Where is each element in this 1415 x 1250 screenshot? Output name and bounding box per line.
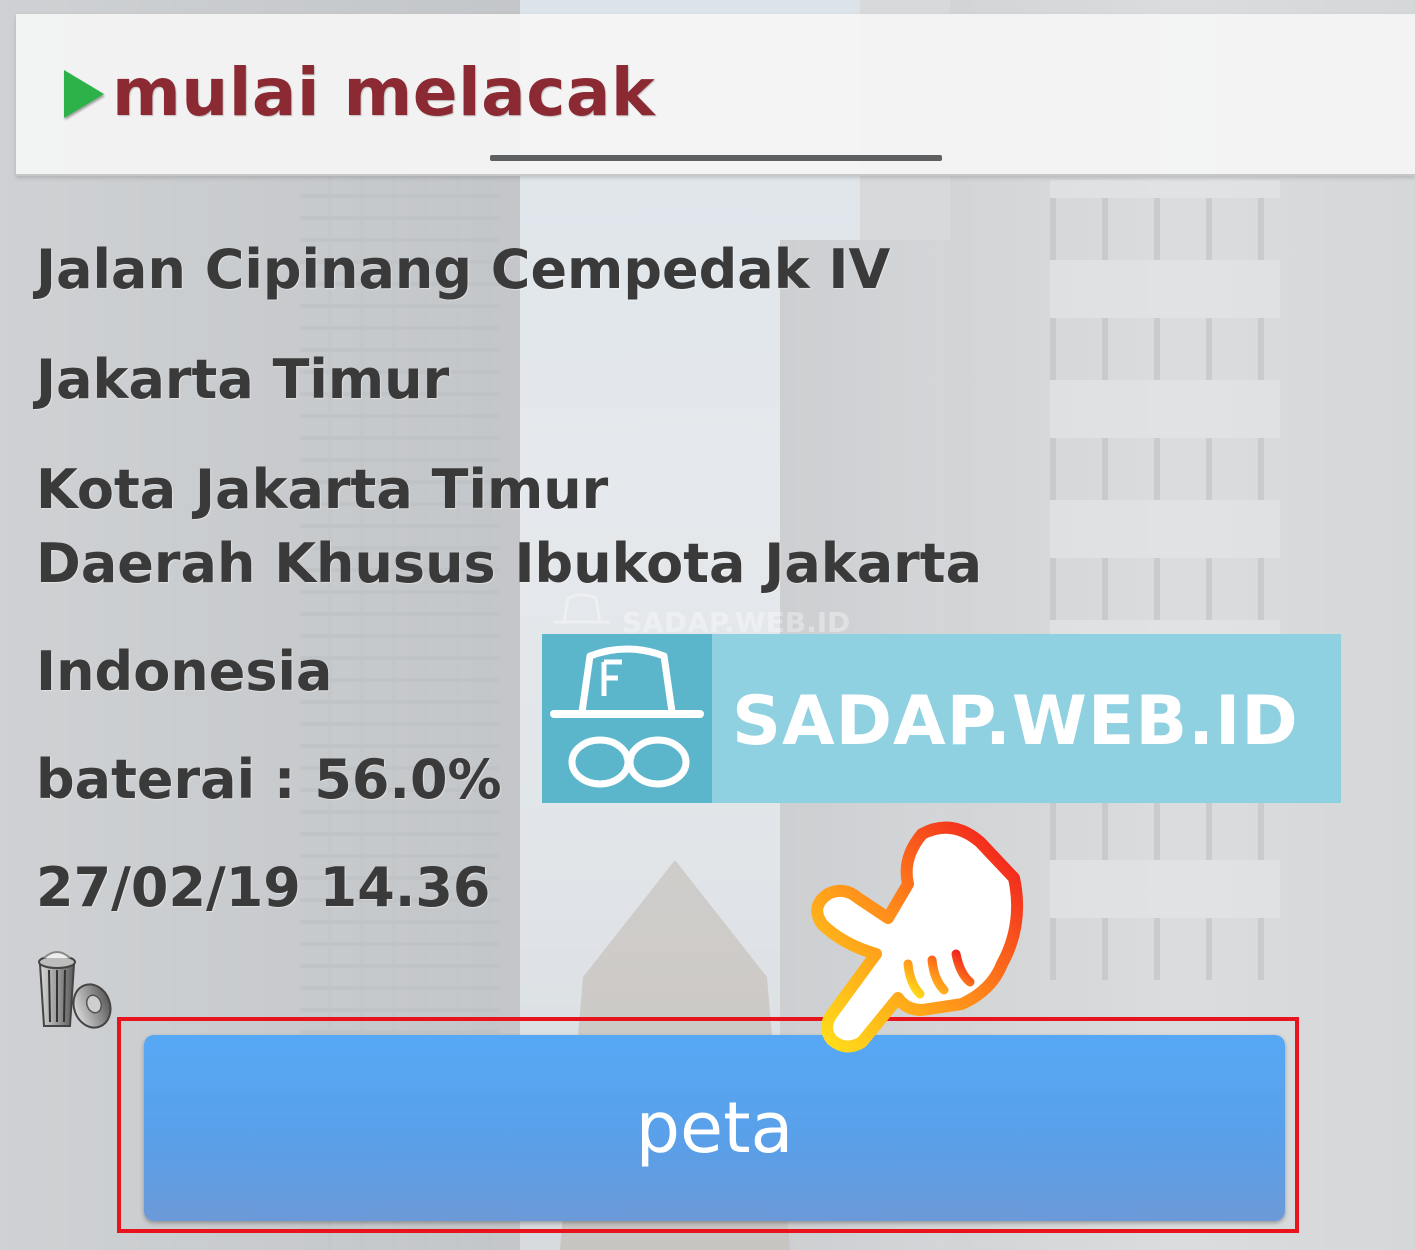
watermark-logo: SADAP.WEB.ID <box>542 634 1341 803</box>
play-icon <box>64 70 104 118</box>
title-underline <box>490 155 942 161</box>
address-city: Jakarta Timur <box>36 348 450 411</box>
pointing-hand-icon <box>811 821 1024 1053</box>
watermark-small: SADAP.WEB.ID <box>550 592 862 634</box>
address-country: Indonesia <box>36 640 333 703</box>
map-button[interactable]: peta <box>144 1035 1285 1221</box>
trash-icon[interactable] <box>34 944 114 1030</box>
incognito-hat-icon <box>554 593 610 624</box>
address-street: Jalan Cipinang Cempedak IV <box>36 238 891 301</box>
watermark-text: SADAP.WEB.ID <box>732 682 1299 761</box>
incognito-hat-icon <box>550 645 704 788</box>
watermark-small-text: SADAP.WEB.ID <box>622 606 851 634</box>
battery-value: 56.0% <box>314 748 502 811</box>
battery-label: baterai <box>36 748 314 811</box>
map-button-label: peta <box>635 1087 794 1169</box>
header-bar: mulai melacak <box>16 14 1415 176</box>
timestamp: 27/02/19 14.36 <box>36 856 491 919</box>
battery-status: baterai56.0% <box>36 748 502 811</box>
address-kota: Kota Jakarta Timur <box>36 458 609 521</box>
page-title: mulai melacak <box>112 54 656 131</box>
address-region: Daerah Khusus Ibukota Jakarta <box>36 532 983 595</box>
logo-icon-box <box>542 634 712 803</box>
